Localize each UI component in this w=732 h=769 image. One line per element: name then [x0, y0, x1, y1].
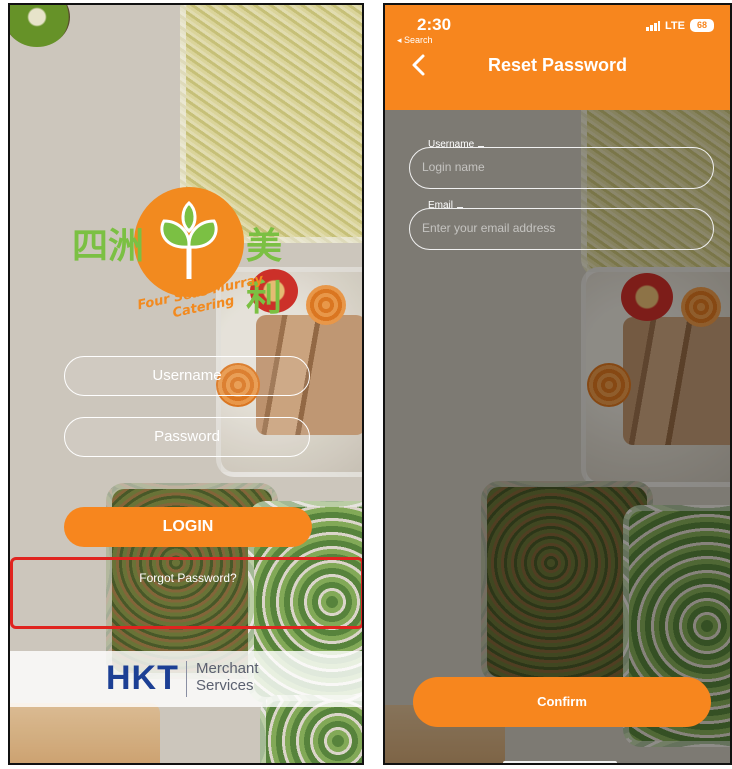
logo-chinese-left: 四洲 [72, 225, 145, 267]
email-field[interactable]: Email Enter your email address [409, 200, 714, 250]
page-title: Reset Password [487, 55, 628, 75]
login-button[interactable]: LOGIN [64, 507, 312, 547]
hkt-tagline-line2: Services [196, 677, 254, 694]
email-placeholder: Enter your email address [422, 221, 556, 235]
hkt-footer: HKT Merchant Services [10, 651, 362, 707]
logo-chinese-right: 美利 [246, 225, 283, 319]
hkt-divider [186, 661, 187, 697]
background-overlay [385, 5, 730, 763]
signal-icon [646, 20, 661, 31]
username-input[interactable]: Username [64, 356, 310, 396]
username-placeholder: Login name [422, 160, 485, 174]
email-field-label: Email [424, 200, 464, 211]
hkt-brand: HKT [106, 659, 179, 697]
username-field-label: Username [424, 139, 485, 150]
reset-password-screen: 2:30 ◂ Search LTE 68 Reset Password User… [383, 3, 732, 765]
app-header: 2:30 ◂ Search LTE 68 Reset Password [385, 5, 730, 110]
highlight-box [10, 557, 362, 629]
network-type: LTE [665, 19, 685, 32]
status-indicators: LTE 68 [646, 19, 714, 32]
status-time: 2:30 [417, 15, 452, 34]
battery-icon: 68 [690, 19, 714, 32]
back-to-search-link[interactable]: ◂ Search [397, 35, 433, 46]
home-indicator [503, 761, 617, 763]
username-field[interactable]: Username Login name [409, 139, 714, 189]
brand-logo: 四洲 美利 Four Seas Murray Catering [72, 187, 306, 347]
confirm-button[interactable]: Confirm [413, 677, 711, 727]
login-screen: 四洲 美利 Four Seas Murray Catering Username… [8, 3, 364, 765]
hkt-tagline-line1: Merchant [196, 660, 259, 677]
password-input[interactable]: Password [64, 417, 310, 457]
hkt-tagline: Merchant Services [196, 660, 296, 694]
